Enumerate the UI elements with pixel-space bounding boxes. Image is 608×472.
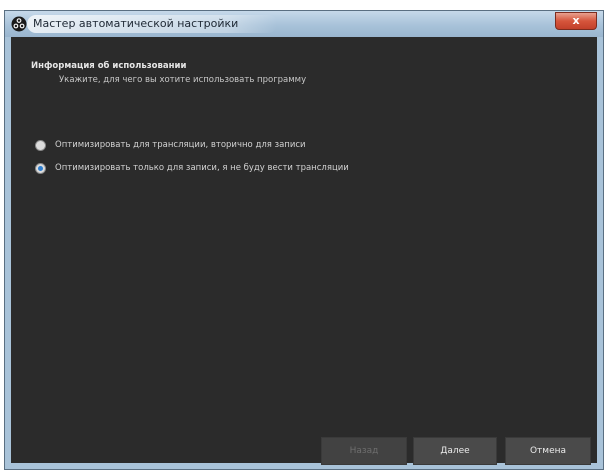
option-label[interactable]: Оптимизировать только для записи, я не б… — [55, 163, 349, 173]
next-button[interactable]: Далее — [413, 437, 497, 465]
close-icon: x — [572, 14, 580, 27]
section-title: Информация об использовании — [31, 61, 187, 71]
close-button[interactable]: x — [555, 12, 597, 30]
radio-button[interactable] — [35, 139, 46, 151]
wizard-window: Мастер автоматической настройки x Информ… — [4, 10, 604, 470]
option-stream-and-record[interactable]: Оптимизировать для трансляции, вторично … — [35, 138, 306, 152]
cancel-button[interactable]: Отмена — [505, 437, 591, 465]
option-record-only[interactable]: Оптимизировать только для записи, я не б… — [35, 161, 349, 175]
section-subtitle: Укажите, для чего вы хотите использовать… — [59, 75, 307, 85]
radio-button-selected[interactable] — [35, 162, 46, 174]
option-label[interactable]: Оптимизировать для трансляции, вторично … — [55, 140, 306, 150]
window-title: Мастер автоматической настройки — [33, 17, 239, 30]
back-button[interactable]: Назад — [321, 437, 407, 465]
wizard-content: Информация об использовании Укажите, для… — [11, 37, 597, 465]
obs-logo-icon — [11, 16, 27, 32]
title-bar[interactable]: Мастер автоматической настройки x — [5, 11, 603, 37]
